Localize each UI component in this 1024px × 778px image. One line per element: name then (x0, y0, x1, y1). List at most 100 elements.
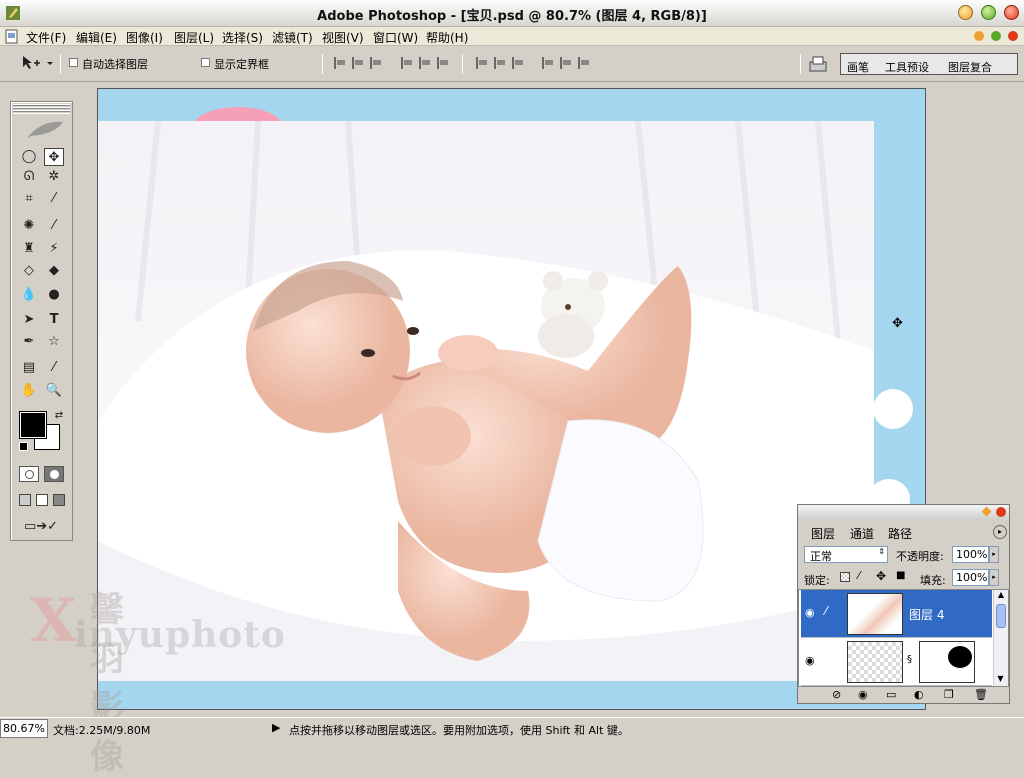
layer-row-mask[interactable]: ◉ § (801, 638, 992, 686)
maximize-button[interactable] (981, 5, 996, 20)
fill-field[interactable]: 100% (952, 569, 989, 586)
distribute-vcenter-icon[interactable] (494, 57, 506, 69)
brush-tool-icon[interactable]: ⁄ (44, 217, 64, 235)
notes-tool-icon[interactable]: ▤ (19, 359, 39, 377)
panel-minimize-icon[interactable] (981, 506, 992, 517)
default-colors-icon[interactable] (19, 442, 28, 451)
quick-mask-mode-icon[interactable] (44, 466, 64, 482)
path-selection-tool-icon[interactable]: ➤ (19, 311, 39, 329)
tab-layers[interactable]: 图层 (811, 525, 835, 542)
type-tool-icon[interactable]: T (44, 311, 64, 329)
align-top-icon[interactable] (334, 57, 346, 69)
file-browser-icon[interactable] (808, 54, 828, 74)
lock-all-icon[interactable]: ■ (896, 570, 905, 581)
align-right-icon[interactable] (437, 57, 449, 69)
menu-window[interactable]: 窗口(W) (373, 29, 418, 46)
move-tool-icon[interactable]: ✥ (44, 148, 64, 166)
close-button[interactable] (1004, 5, 1019, 20)
new-layer-icon[interactable]: 🗑 (974, 688, 988, 701)
show-bounds-checkbox[interactable] (201, 58, 210, 67)
scroll-down-icon[interactable]: ▼ (994, 674, 1007, 686)
menu-view[interactable]: 视图(V) (322, 29, 364, 46)
doc-restore-button[interactable] (991, 31, 1001, 41)
menu-file[interactable]: 文件(F) (26, 29, 66, 46)
distribute-top-icon[interactable] (476, 57, 488, 69)
menu-help[interactable]: 帮助(H) (426, 29, 468, 46)
add-layer-style-icon[interactable]: ◉ (858, 688, 868, 701)
menu-image[interactable]: 图像(I) (126, 29, 163, 46)
tab-brushes[interactable]: 画笔 (847, 59, 869, 75)
lasso-tool-icon[interactable]: ᘏ (19, 168, 39, 186)
distribute-bottom-icon[interactable] (512, 57, 524, 69)
history-brush-tool-icon[interactable]: ⚡ (44, 240, 64, 258)
pen-tool-icon[interactable]: ✒ (19, 333, 39, 351)
blur-tool-icon[interactable]: 💧 (19, 286, 39, 304)
foreground-color-swatch[interactable] (19, 411, 47, 439)
lock-pixels-icon[interactable]: ⁄ (858, 569, 860, 582)
standard-mode-icon[interactable] (19, 466, 39, 482)
clone-stamp-tool-icon[interactable]: ♜ (19, 240, 39, 258)
fill-arrow-icon[interactable]: ▸ (989, 569, 999, 586)
tab-channels[interactable]: 通道 (850, 525, 874, 542)
minimize-button[interactable] (958, 5, 973, 20)
swap-colors-icon[interactable]: ⇄ (49, 407, 69, 425)
scroll-thumb[interactable] (996, 604, 1006, 628)
status-arrow-icon[interactable]: ▶ (272, 721, 280, 734)
zoom-field[interactable]: 80.67% (0, 719, 48, 738)
document-size[interactable]: 文档:2.25M/9.80M (53, 722, 150, 738)
menu-edit[interactable]: 编辑(E) (76, 29, 117, 46)
auto-select-checkbox[interactable] (69, 58, 78, 67)
document-icon[interactable] (4, 29, 19, 44)
link-layers-icon[interactable]: ⊘ (832, 688, 841, 701)
menu-select[interactable]: 选择(S) (222, 29, 263, 46)
doc-minimize-button[interactable] (974, 31, 984, 41)
tab-layer-comps[interactable]: 图层复合 (948, 59, 992, 75)
visibility-eye-icon[interactable]: ◉ (805, 654, 815, 667)
jump-to-imageready-icon[interactable]: ▭➔✓ (21, 518, 61, 536)
crop-tool-icon[interactable]: ⌗ (19, 190, 39, 208)
toolbox-grip[interactable] (13, 104, 70, 114)
layers-scrollbar[interactable]: ▲ ▼ (993, 590, 1008, 686)
hand-tool-icon[interactable]: ✋ (19, 382, 39, 400)
screen-mode-full-icon[interactable] (53, 494, 65, 506)
layers-panel-header[interactable] (798, 505, 1009, 519)
zoom-tool-icon[interactable]: 🔍 (44, 382, 64, 400)
move-tool-preset-icon[interactable] (20, 54, 54, 72)
panel-close-icon[interactable] (996, 507, 1006, 517)
opacity-arrow-icon[interactable]: ▸ (989, 546, 999, 563)
panel-menu-button[interactable]: ▸ (993, 525, 1007, 539)
dodge-tool-icon[interactable]: ● (44, 286, 64, 304)
mask-link-icon[interactable]: § (907, 654, 912, 665)
align-bottom-icon[interactable] (370, 57, 382, 69)
align-left-icon[interactable] (401, 57, 413, 69)
screen-mode-standard-icon[interactable] (19, 494, 31, 506)
marquee-tool-icon[interactable]: ◯ (19, 148, 39, 166)
opacity-field[interactable]: 100% (952, 546, 989, 563)
shape-tool-icon[interactable]: ☆ (44, 333, 64, 351)
new-group-icon[interactable]: ◐ (914, 688, 924, 701)
menu-filter[interactable]: 滤镜(T) (272, 29, 313, 46)
screen-mode-menubar-icon[interactable] (36, 494, 48, 506)
eyedropper-tool-icon[interactable]: ⁄ (44, 359, 64, 377)
distribute-left-icon[interactable] (542, 57, 554, 69)
tab-tool-presets[interactable]: 工具预设 (885, 59, 929, 75)
scroll-up-icon[interactable]: ▲ (994, 590, 1008, 602)
blend-mode-select[interactable]: 正常 ⇕ (804, 546, 888, 563)
layer-row-4[interactable]: ◉ ⁄ 图层 4 (801, 590, 992, 638)
image-canvas[interactable] (98, 121, 874, 681)
eraser-tool-icon[interactable]: ◇ (19, 262, 39, 280)
align-hcenter-icon[interactable] (419, 57, 431, 69)
brush-link-icon[interactable]: ⁄ (825, 604, 827, 618)
visibility-eye-icon[interactable]: ◉ (805, 606, 815, 619)
lock-transparency-icon[interactable] (840, 572, 850, 582)
new-adjustment-icon[interactable]: ❐ (944, 688, 954, 701)
doc-close-button[interactable] (1008, 31, 1018, 41)
tab-paths[interactable]: 路径 (888, 525, 912, 542)
add-mask-icon[interactable]: ▭ (886, 688, 896, 701)
lock-position-icon[interactable]: ✥ (876, 569, 886, 583)
feather-logo-icon[interactable] (25, 118, 65, 140)
distribute-hcenter-icon[interactable] (560, 57, 572, 69)
paint-bucket-tool-icon[interactable]: ◆ (44, 262, 64, 280)
menu-layer[interactable]: 图层(L) (174, 29, 214, 46)
align-vcenter-icon[interactable] (352, 57, 364, 69)
